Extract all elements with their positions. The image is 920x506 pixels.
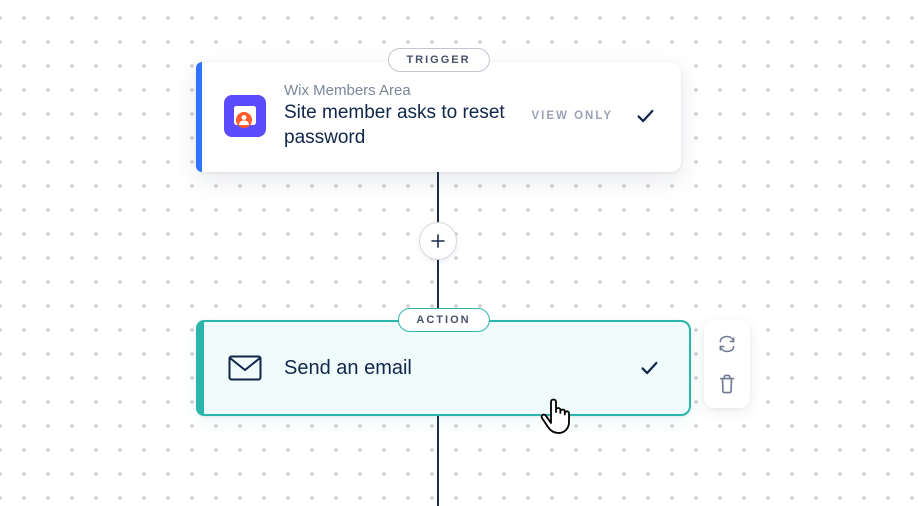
action-card[interactable]: ACTION Send an email	[196, 320, 691, 416]
trigger-title: Site member asks to reset password	[284, 101, 514, 150]
members-area-icon	[224, 95, 266, 137]
plus-icon	[430, 233, 446, 249]
add-step-button[interactable]	[419, 222, 457, 260]
trigger-text: Wix Members Area Site member asks to res…	[284, 82, 514, 150]
action-title: Send an email	[284, 357, 617, 380]
trigger-complete-check-icon	[631, 102, 659, 130]
trigger-accent-bar	[196, 62, 202, 172]
trigger-card[interactable]: TRIGGER Wix Members Area Site member ask…	[196, 62, 681, 172]
trash-icon	[718, 374, 736, 394]
replace-action-button[interactable]	[715, 332, 739, 356]
action-badge: ACTION	[397, 308, 489, 332]
refresh-icon	[717, 334, 737, 354]
action-complete-check-icon	[635, 354, 663, 382]
action-side-toolbar	[704, 320, 750, 408]
email-icon	[228, 355, 262, 381]
delete-action-button[interactable]	[715, 372, 739, 396]
pointer-cursor-icon	[538, 396, 572, 441]
trigger-badge: TRIGGER	[387, 48, 489, 72]
view-only-label: VIEW ONLY	[532, 110, 613, 122]
trigger-eyebrow: Wix Members Area	[284, 82, 514, 99]
action-accent-bar	[196, 320, 204, 416]
